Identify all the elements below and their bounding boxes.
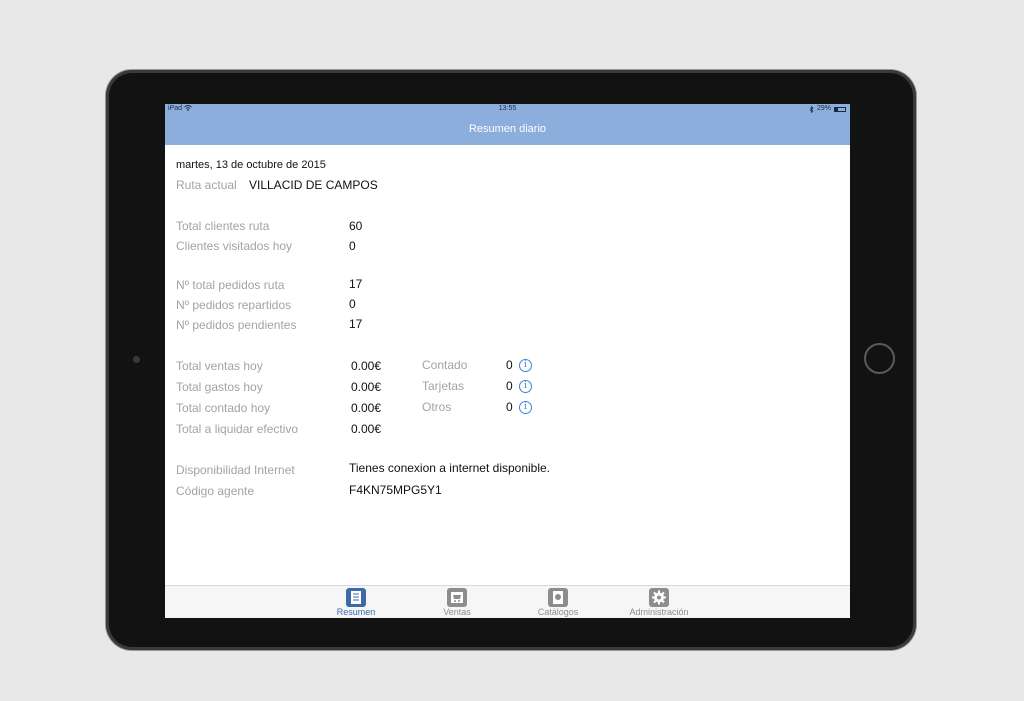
ipad-frame: iPad 13:55 29% Resumen diario martes, 13…	[106, 70, 916, 650]
tab-resumen[interactable]: Resumen	[316, 586, 396, 618]
catalog-icon	[548, 588, 568, 607]
cash-today-value: 0.00€	[351, 401, 382, 415]
payment-cards-label: Tarjetas	[422, 379, 465, 393]
agent-code-label: Código agente	[176, 484, 255, 498]
screen: iPad 13:55 29% Resumen diario martes, 13…	[165, 104, 850, 618]
payment-cards-value: 0	[506, 379, 513, 393]
internet-status: Tienes conexion a internet disponible.	[349, 461, 551, 475]
total-orders-value: 17	[349, 277, 363, 291]
battery-percent: 29%	[816, 105, 831, 112]
status-bar: iPad 13:55 29%	[165, 104, 850, 114]
cart-icon	[447, 588, 467, 607]
sales-today-label: Total ventas hoy	[176, 359, 263, 373]
delivered-orders-label: Nº pedidos repartidos	[176, 298, 292, 312]
cash-today-label: Total contado hoy	[176, 401, 271, 415]
tab-label: Ventas	[443, 607, 471, 617]
total-clients-value: 60	[349, 219, 363, 233]
summary-content: martes, 13 de octubre de 2015 Ruta actua…	[165, 145, 850, 585]
visited-clients-label: Clientes visitados hoy	[176, 239, 293, 253]
home-button[interactable]	[864, 343, 895, 374]
internet-label: Disponibilidad Internet	[176, 463, 295, 477]
document-icon	[346, 588, 366, 607]
tab-administracion[interactable]: Administración	[619, 586, 699, 618]
tab-catalogos[interactable]: Catálogos	[518, 586, 598, 618]
expenses-today-value: 0.00€	[351, 380, 382, 394]
payment-others-label: Otros	[422, 400, 452, 414]
tab-bar: Resumen Ventas Catálogos Administración	[165, 585, 850, 618]
pending-orders-value: 17	[349, 317, 363, 331]
visited-clients-value: 0	[349, 239, 356, 253]
payment-cash-label: Contado	[422, 358, 468, 372]
page-title: Resumen diario	[468, 123, 547, 135]
navigation-bar: Resumen diario	[165, 114, 850, 145]
status-right: 29%	[809, 104, 846, 114]
tab-label: Resumen	[336, 607, 376, 617]
battery-icon	[834, 106, 846, 112]
expenses-today-label: Total gastos hoy	[176, 380, 263, 394]
tab-ventas[interactable]: Ventas	[417, 586, 497, 618]
payment-others-info-icon[interactable]: i	[519, 401, 532, 414]
gear-icon	[649, 588, 669, 607]
sales-today-value: 0.00€	[351, 359, 382, 373]
payment-cards-info-icon[interactable]: i	[519, 380, 532, 393]
front-camera	[133, 356, 140, 363]
route-value: VILLACID DE CAMPOS	[249, 178, 378, 192]
tab-label: Administración	[629, 607, 689, 617]
cash-settlement-value: 0.00€	[351, 422, 382, 436]
tab-label: Catálogos	[537, 607, 579, 617]
total-clients-label: Total clientes ruta	[176, 219, 270, 233]
pending-orders-label: Nº pedidos pendientes	[176, 318, 297, 332]
payment-others-value: 0	[506, 400, 513, 414]
route-label: Ruta actual	[176, 178, 237, 192]
bluetooth-icon	[809, 105, 814, 113]
payment-cash-value: 0	[506, 358, 513, 372]
payment-cash-info-icon[interactable]: i	[519, 359, 532, 372]
delivered-orders-value: 0	[349, 297, 356, 311]
status-time: 13:55	[498, 105, 517, 112]
current-date: martes, 13 de octubre de 2015	[176, 159, 326, 171]
cash-settlement-label: Total a liquidar efectivo	[176, 422, 299, 436]
agent-code-value: F4KN75MPG5Y1	[349, 483, 442, 497]
total-orders-label: Nº total pedidos ruta	[176, 278, 285, 292]
